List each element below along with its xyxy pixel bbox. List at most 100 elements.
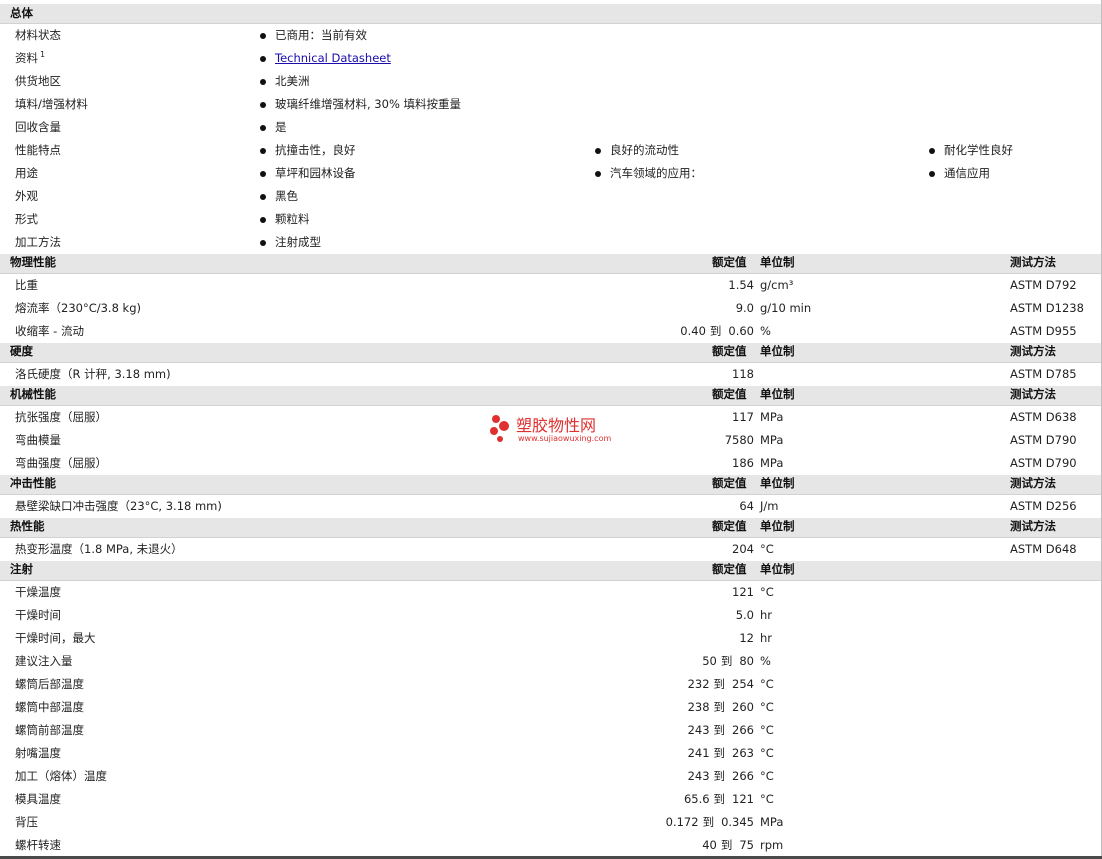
test-method: ASTM D638 — [1010, 410, 1077, 424]
property-label: 填料/增强材料 — [15, 97, 88, 111]
column-header-unit: 单位制 — [760, 255, 795, 269]
range-from: 65.6 — [683, 792, 710, 806]
section-header-general: 总体 — [0, 4, 1101, 24]
section-title: 总体 — [10, 6, 33, 20]
bullet-icon — [595, 148, 601, 154]
range-word: 到 — [713, 677, 726, 691]
watermark-url: www.sujiaowuxing.com — [518, 434, 612, 443]
unit-value: MPa — [760, 456, 784, 470]
test-method: ASTM D1238 — [1010, 301, 1084, 315]
property-value: 抗撞击性，良好 — [275, 143, 356, 157]
section-title: 硬度 — [10, 344, 33, 358]
unit-value: MPa — [760, 410, 784, 424]
column-header-nominal: 额定值 — [712, 476, 747, 490]
test-method: ASTM D790 — [1010, 456, 1077, 470]
property-label: 形式 — [15, 212, 38, 226]
bullet-icon — [260, 217, 266, 223]
footnote-marker: 1 — [40, 50, 46, 59]
property-label: 弯曲强度（屈服） — [15, 456, 107, 470]
nominal-value: 64 — [739, 499, 754, 513]
bullet-icon — [260, 79, 266, 85]
property-label: 比重 — [15, 278, 38, 292]
property-label: 材料状态 — [15, 28, 61, 42]
column-header-nominal: 额定值 — [712, 344, 747, 358]
nominal-value: 12 — [739, 631, 754, 645]
property-label: 螺筒中部温度 — [15, 700, 84, 714]
range-to: 266 — [732, 769, 754, 783]
property-row: 螺筒前部温度 243 到 266 °C — [0, 719, 1101, 743]
general-row: 性能特点 抗撞击性，良好 良好的流动性 耐化学性良好 — [0, 139, 1101, 163]
range-to: 121 — [732, 792, 754, 806]
test-method: ASTM D955 — [1010, 324, 1077, 338]
section-title: 热性能 — [10, 519, 45, 533]
range-word: 到 — [713, 700, 726, 714]
property-value: 良好的流动性 — [610, 143, 679, 157]
value-range: 40 到 75 — [702, 838, 754, 852]
section-header: 热性能 额定值 单位制 测试方法 — [0, 518, 1101, 538]
unit-value: g/10 min — [760, 301, 812, 315]
general-row: 形式 颗粒料 — [0, 208, 1101, 232]
unit-value: °C — [760, 723, 774, 737]
section-header: 注射 额定值 单位制 — [0, 561, 1101, 581]
column-header-unit: 单位制 — [760, 562, 795, 576]
property-label: 回收含量 — [15, 120, 61, 134]
property-row: 干燥温度 121 °C — [0, 581, 1101, 605]
unit-value: rpm — [760, 838, 784, 852]
property-row: 射嘴温度 241 到 263 °C — [0, 742, 1101, 766]
property-label: 螺筒前部温度 — [15, 723, 84, 737]
range-from: 40 — [702, 838, 717, 852]
bullet-icon — [260, 102, 266, 108]
section-header: 机械性能 额定值 单位制 测试方法 — [0, 386, 1101, 406]
general-row: 加工方法 注射成型 — [0, 231, 1101, 255]
property-row: 背压 0.172 到 0.345 MPa — [0, 811, 1101, 835]
range-word: 到 — [713, 723, 726, 737]
column-header-nominal: 额定值 — [712, 519, 747, 533]
column-header-method: 测试方法 — [1010, 255, 1056, 269]
bullet-icon — [929, 171, 935, 177]
property-row: 干燥时间，最大 12 hr — [0, 627, 1101, 651]
unit-value: J/m — [760, 499, 779, 513]
unit-value: g/cm³ — [760, 278, 794, 292]
unit-value: MPa — [760, 433, 784, 447]
property-label: 干燥时间，最大 — [15, 631, 96, 645]
watermark-name: 塑胶物性网 — [516, 416, 597, 435]
bullet-icon — [260, 148, 266, 154]
range-to: 0.345 — [721, 815, 754, 829]
property-value: 颗粒料 — [275, 212, 310, 226]
column-header-unit: 单位制 — [760, 476, 795, 490]
property-label: 螺杆转速 — [15, 838, 61, 852]
unit-value: % — [760, 324, 771, 338]
value-range: 241 到 263 — [688, 746, 754, 760]
section-title: 注射 — [10, 562, 33, 576]
column-header-method: 测试方法 — [1010, 476, 1056, 490]
property-value: 通信应用 — [944, 166, 990, 180]
range-word: 到 — [713, 746, 726, 760]
unit-value: hr — [760, 608, 773, 622]
property-label: 熔流率（230°C/3.8 kg) — [15, 301, 141, 315]
range-to: 266 — [732, 723, 754, 737]
value-range: 0.172 到 0.345 — [666, 815, 754, 829]
datasheet-link[interactable]: Technical Datasheet — [275, 52, 391, 65]
unit-value: °C — [760, 585, 774, 599]
property-label: 收缩率 - 流动 — [15, 324, 84, 338]
unit-value: hr — [760, 631, 773, 645]
property-value: 是 — [275, 120, 287, 134]
column-header-unit: 单位制 — [760, 344, 795, 358]
property-label: 背压 — [15, 815, 38, 829]
property-value: 黑色 — [275, 189, 298, 203]
column-header-nominal: 额定值 — [712, 387, 747, 401]
general-row: 填料/增强材料 玻璃纤维增强材料, 30% 填料按重量 — [0, 93, 1101, 117]
general-row: 外观 黑色 — [0, 185, 1101, 209]
section-title: 物理性能 — [10, 255, 56, 269]
unit-value: °C — [760, 792, 774, 806]
range-to: 0.60 — [728, 324, 754, 338]
property-value: 已商用：当前有效 — [275, 28, 367, 42]
value-range: 65.6 到 121 — [683, 792, 754, 806]
property-label: 干燥时间 — [15, 608, 61, 622]
unit-value: % — [760, 654, 771, 668]
value-range: 232 到 254 — [688, 677, 754, 691]
range-from: 0.40 — [680, 324, 706, 338]
range-to: 263 — [732, 746, 754, 760]
property-label: 弯曲模量 — [15, 433, 61, 447]
test-method: ASTM D785 — [1010, 367, 1077, 381]
